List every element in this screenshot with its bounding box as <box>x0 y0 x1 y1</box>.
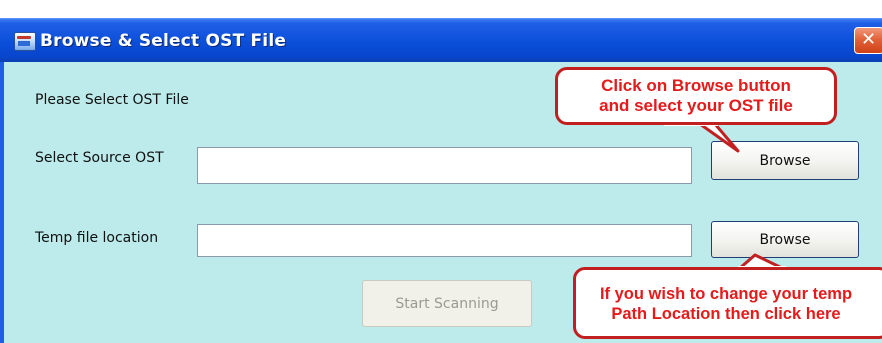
temp-hint-line2: Path Location then click here <box>611 305 841 323</box>
browse-callout-arrow <box>663 122 740 153</box>
temp-hint-callout: If you wish to change your temp Path Loc… <box>573 267 882 339</box>
browse-hint-line1: Click on Browse button <box>601 76 791 95</box>
browse-hint-callout: Click on Browse button and select your O… <box>555 67 837 125</box>
browse-select-ost-window: Browse & Select OST File ✕ Please Select… <box>0 0 882 343</box>
browse-hint-line2: and select your OST file <box>599 96 793 115</box>
temp-hint-line1: If you wish to change your temp <box>599 285 853 303</box>
